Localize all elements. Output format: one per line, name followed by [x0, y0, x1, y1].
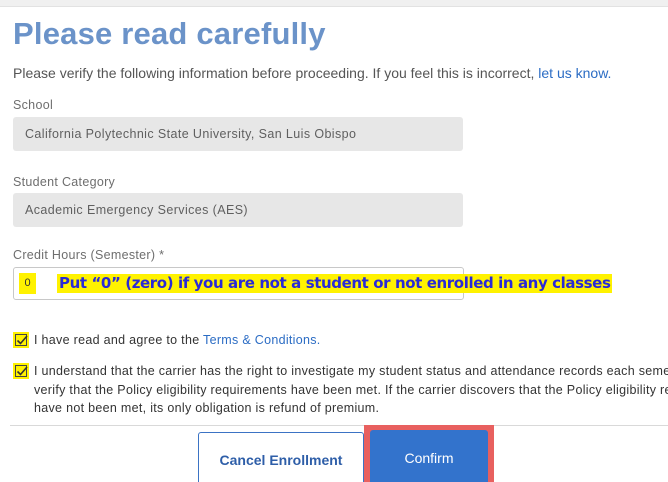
- checkmark-icon: [16, 366, 28, 376]
- carrier-text-line-1: I understand that the carrier has the ri…: [34, 364, 668, 378]
- terms-text: I have read and agree to the: [34, 333, 200, 347]
- terms-agreement-text: I have read and agree to the Terms & Con…: [34, 331, 321, 350]
- school-field: California Polytechnic State University,…: [13, 117, 463, 151]
- carrier-text-line-3: have not been met, its only obligation i…: [34, 401, 380, 415]
- carrier-agreement-text: I understand that the carrier has the ri…: [34, 362, 668, 381]
- student-category-field: Academic Emergency Services (AES): [13, 193, 463, 227]
- credit-hours-callout: Put “0” (zero) if you are not a student …: [57, 274, 613, 293]
- intro-message: Please verify the following information …: [13, 65, 535, 81]
- intro-text: Please verify the following information …: [13, 65, 611, 81]
- confirm-button[interactable]: Confirm: [370, 430, 488, 482]
- carrier-agreement-text-cont: verify that the Policy eligibility requi…: [34, 381, 668, 400]
- terms-checkbox[interactable]: [13, 332, 29, 348]
- school-label: School: [13, 98, 54, 112]
- carrier-agreement-text-end: have not been met, its only obligation i…: [34, 399, 379, 418]
- cancel-enrollment-button[interactable]: Cancel Enrollment: [198, 432, 364, 482]
- enrollment-confirmation-page: Please read carefully Please verify the …: [0, 0, 668, 482]
- footer-divider: [10, 425, 668, 426]
- let-us-know-link[interactable]: let us know.: [538, 65, 611, 81]
- page-title: Please read carefully: [13, 16, 326, 51]
- carrier-checkbox-box: [15, 365, 28, 377]
- carrier-checkbox[interactable]: [13, 363, 29, 379]
- student-category-label: Student Category: [13, 175, 116, 189]
- credit-hours-value: 0: [19, 273, 36, 294]
- top-divider: [0, 0, 668, 7]
- terms-conditions-link[interactable]: Terms & Conditions.: [203, 333, 321, 347]
- checkmark-icon: [16, 335, 28, 345]
- terms-checkbox-box: [15, 334, 28, 346]
- credit-hours-label: Credit Hours (Semester) *: [13, 248, 165, 262]
- carrier-text-line-2: verify that the Policy eligibility requi…: [34, 383, 668, 397]
